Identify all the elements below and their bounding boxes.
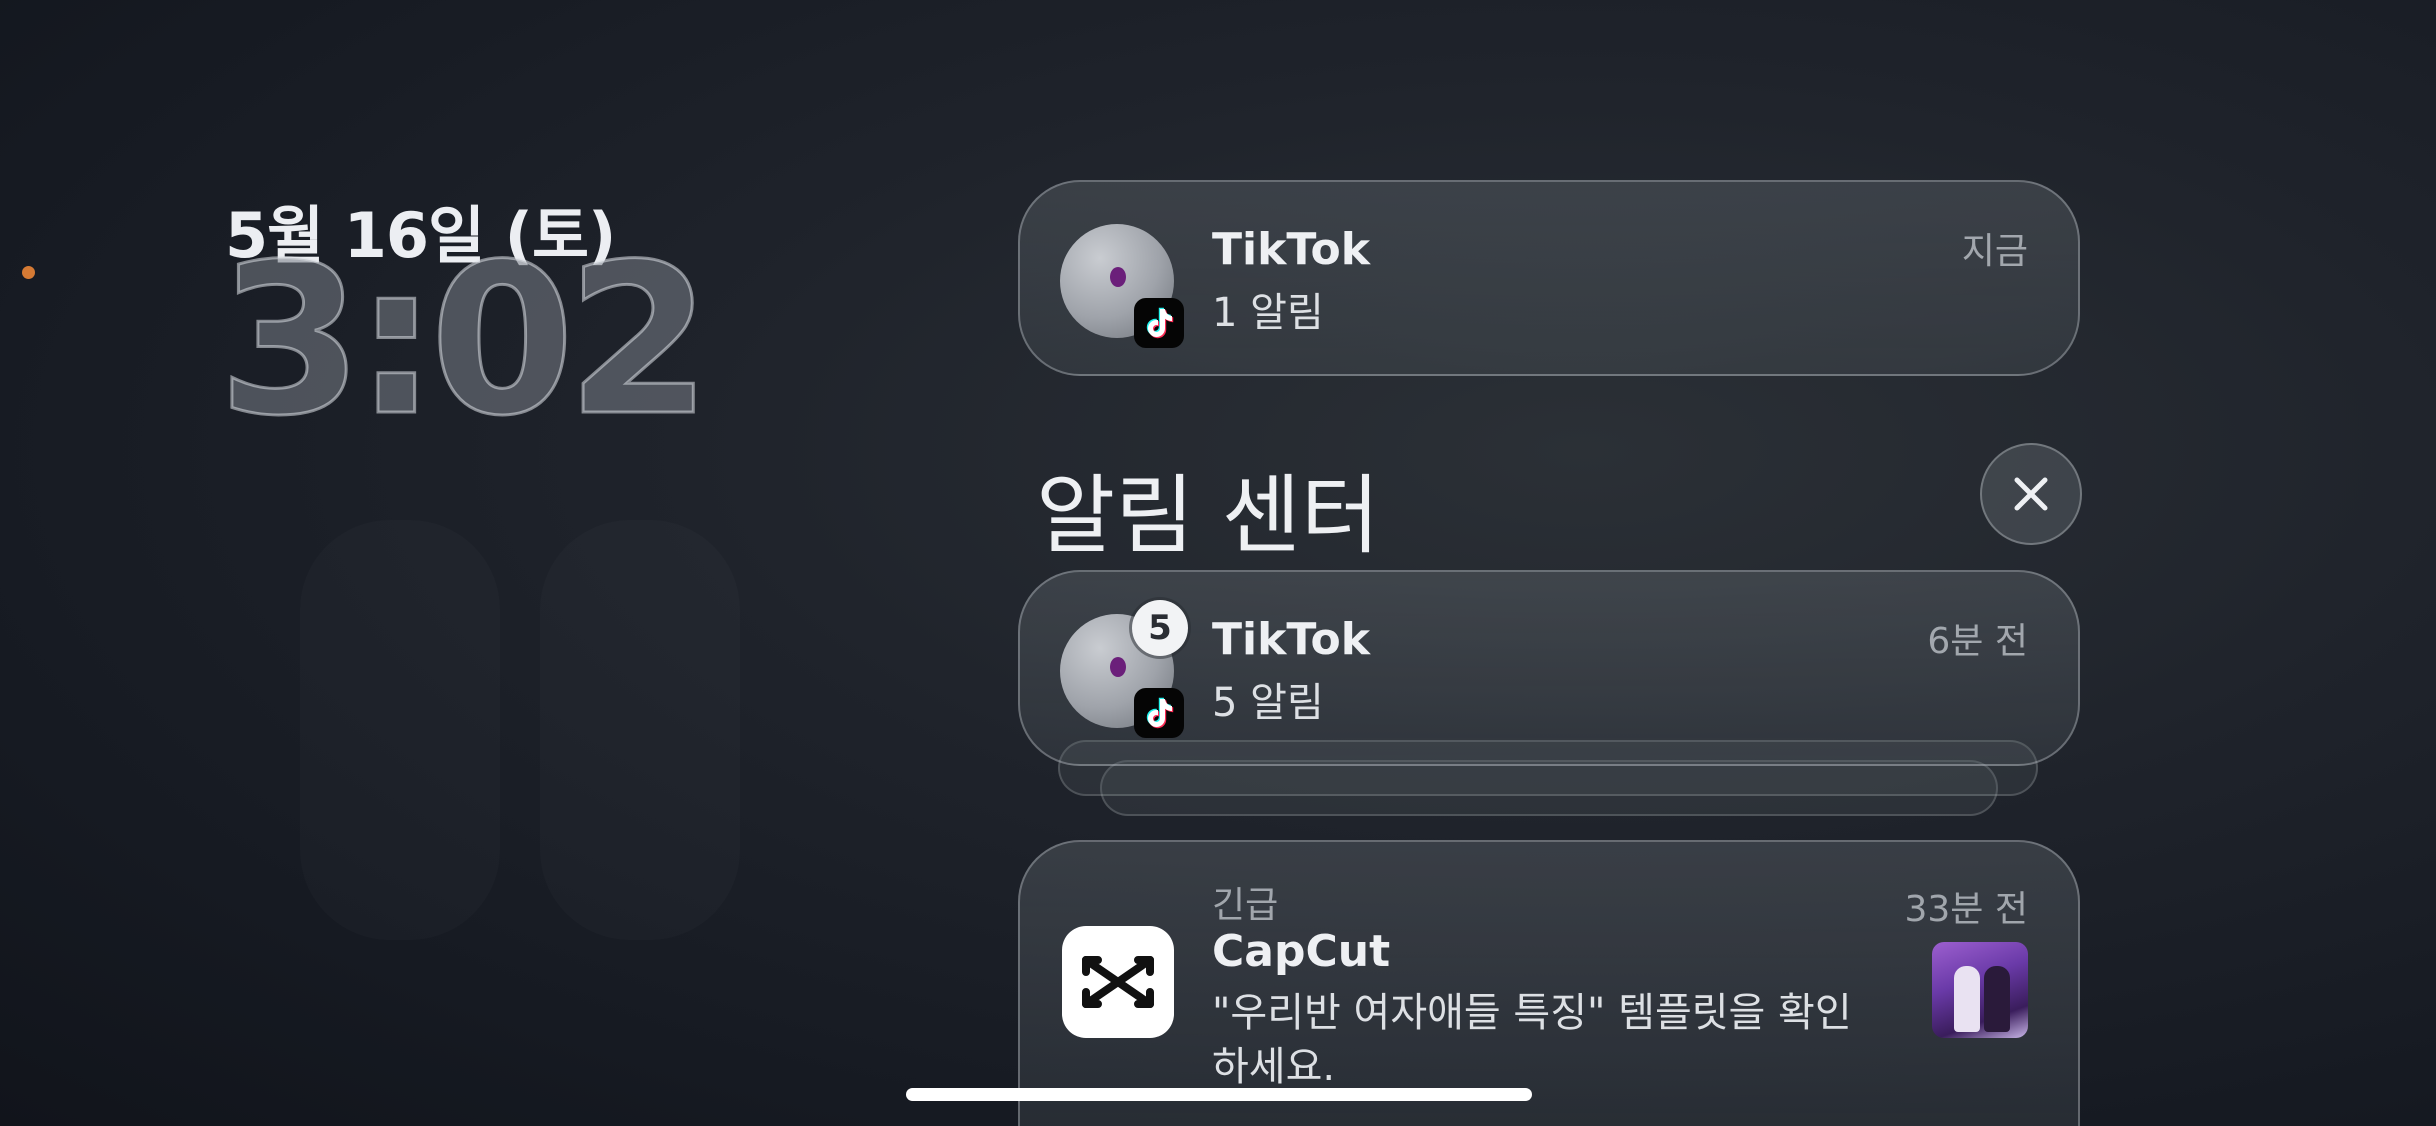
notification-time: 6분 전 [1927,621,2028,662]
avatar-dot [1110,657,1126,677]
notification-body-line2: 하세요. [1212,1044,1336,1090]
capcut-icon [1062,926,1174,1038]
notification-card-tiktok-pinned[interactable]: TikTok 1 알림 지금 [1018,180,2080,376]
notification-app-name: TikTok [1212,224,1371,275]
tiktok-icon [1134,298,1184,348]
notification-app-name: CapCut [1212,926,1391,977]
notification-thumbnail [1932,942,2028,1038]
privacy-indicator-dot [22,266,35,279]
tiktok-icon [1134,688,1184,738]
home-indicator[interactable] [906,1088,1532,1101]
notification-card-tiktok-group[interactable]: 5 TikTok 5 알림 6분 전 [1018,570,2080,766]
thumbnail-figure [1954,966,1980,1032]
notification-body: 5 알림 [1212,680,1324,726]
notification-body: 1 알림 [1212,290,1324,336]
notification-time: 지금 [1961,231,2028,272]
lock-screen-time: 3:02 [216,220,712,462]
background-shape [300,520,500,940]
notification-time: 33분 전 [1904,889,2029,930]
close-icon [2014,477,2048,511]
thumbnail-figure [1984,966,2010,1032]
background-shape [540,520,740,940]
notification-priority-label: 긴급 [1212,885,1279,926]
notification-body-line1: "우리반 여자애들 특징" 템플릿을 확인 [1212,990,1852,1036]
notification-app-name: TikTok [1212,614,1371,665]
close-notification-center-button[interactable] [1980,443,2082,545]
notification-count-badge: 5 [1132,600,1188,656]
notification-center-title: 알림 센터 [1036,466,1380,566]
notification-card-capcut[interactable]: 긴급 CapCut "우리반 여자애들 특징" 템플릿을 확인 하세요. 33분… [1018,840,2080,1126]
avatar-dot [1110,267,1126,287]
